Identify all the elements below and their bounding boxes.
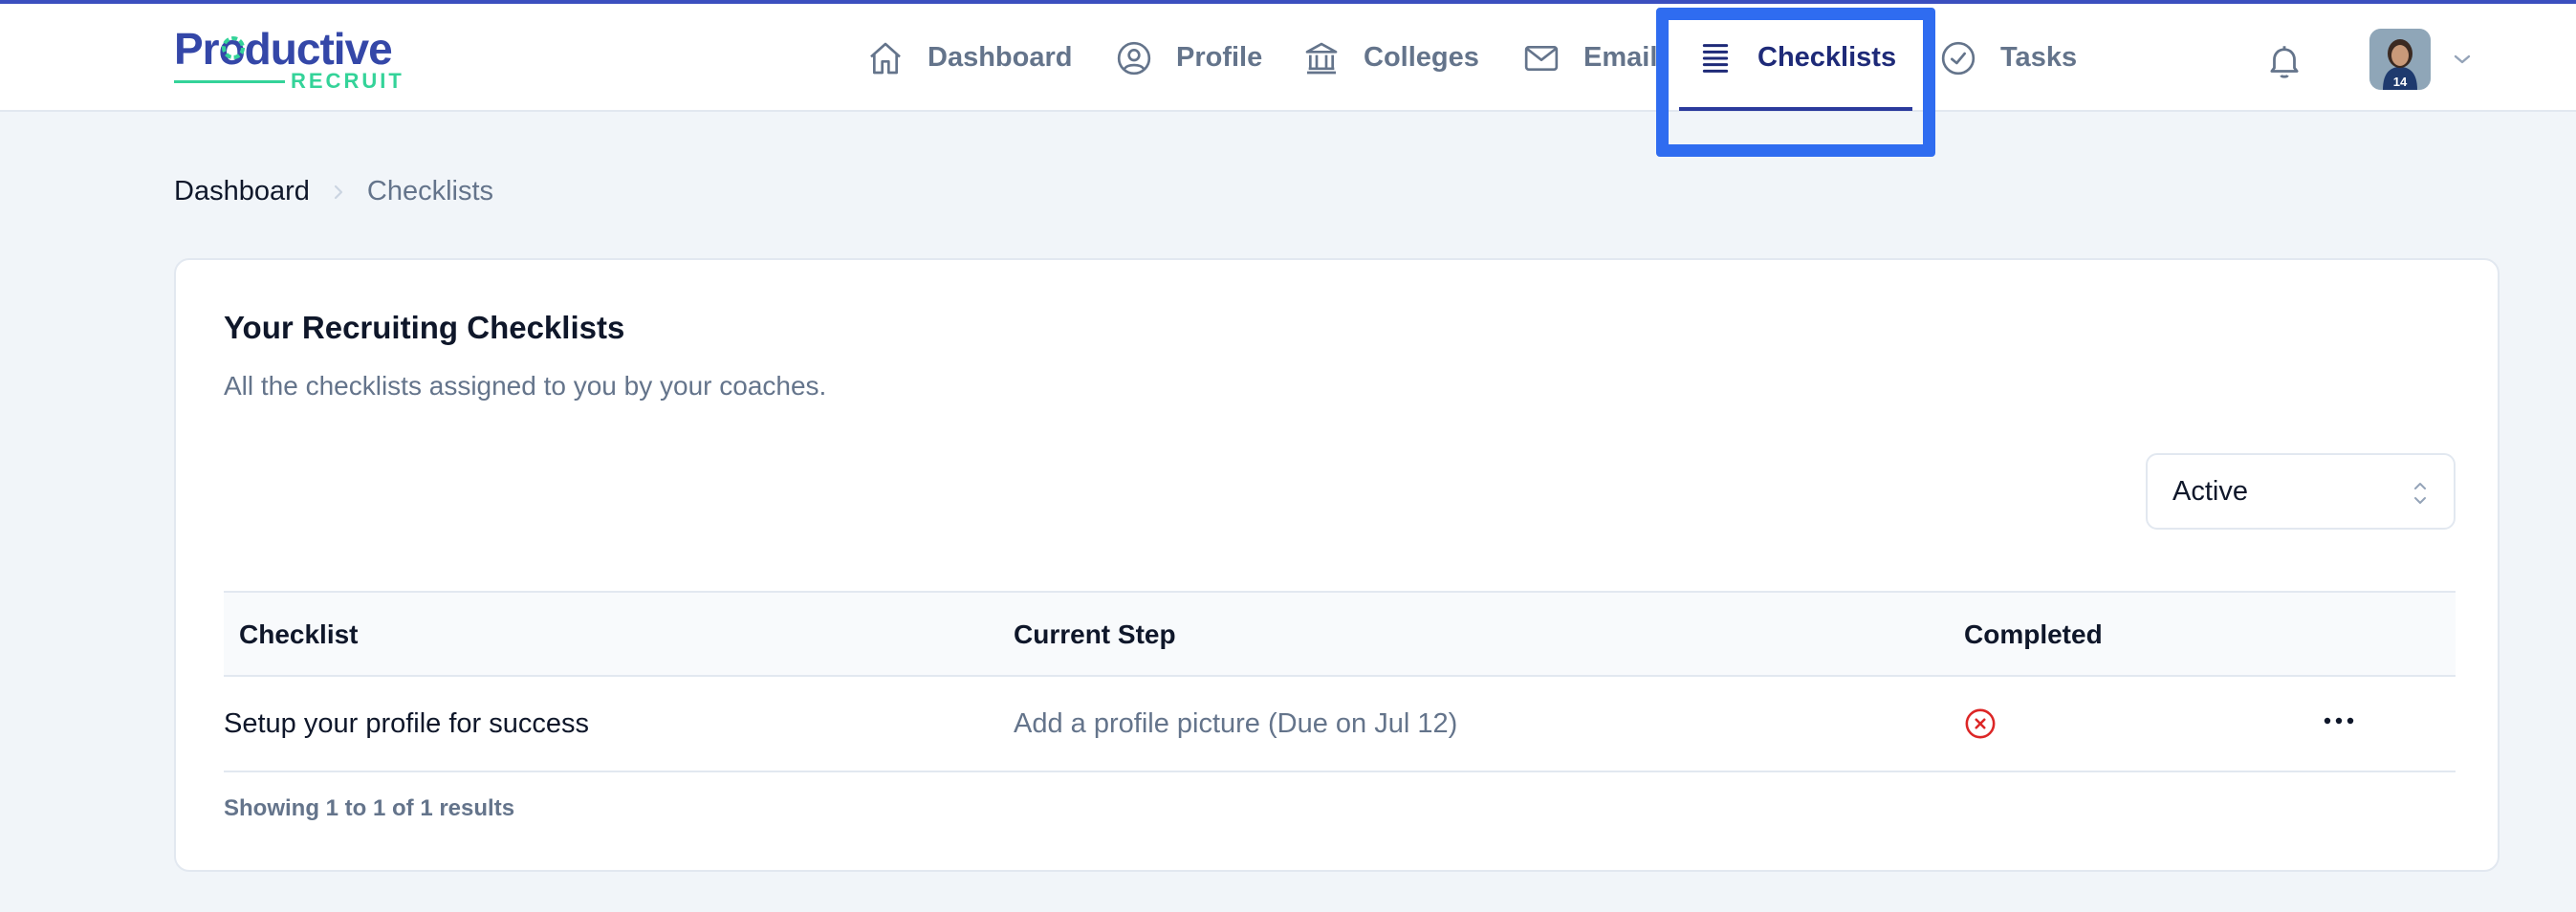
column-header-completed: Completed: [1964, 619, 2103, 649]
nav-item-label: Dashboard: [928, 42, 1073, 73]
top-navbar: Productive RECRUIT Dashboard Profile Col…: [0, 4, 2576, 112]
nav-item-tasks[interactable]: Tasks: [1939, 4, 2077, 112]
checklists-card: Your Recruiting Checklists All the check…: [174, 258, 2500, 872]
cell-current-step: Add a profile picture (Due on Jul 12): [1014, 707, 1458, 739]
status-filter-value: Active: [2172, 475, 2248, 507]
avatar[interactable]: 14: [2369, 29, 2431, 90]
user-circle-icon: [1117, 41, 1151, 75]
nav-item-label: Email: [1583, 42, 1658, 73]
more-options-icon[interactable]: [2322, 715, 2356, 727]
avatar-image: 14: [2369, 29, 2431, 90]
x-circle-icon: [1965, 708, 1996, 739]
pagination-summary: Showing 1 to 1 of 1 results: [224, 795, 515, 821]
page-description: All the checklists assigned to you by yo…: [224, 371, 827, 401]
building-columns-icon: [1305, 42, 1338, 74]
list-lines-icon: [1702, 43, 1729, 73]
breadcrumb-dashboard[interactable]: Dashboard: [174, 176, 310, 207]
logo-underline: [174, 80, 285, 83]
nav-item-checklists[interactable]: Checklists: [1696, 4, 1896, 112]
nav-item-colleges[interactable]: Colleges: [1302, 4, 1479, 112]
nav-item-profile[interactable]: Profile: [1115, 4, 1262, 112]
column-header-checklist: Checklist: [239, 619, 359, 649]
breadcrumb-checklists: Checklists: [366, 176, 494, 206]
table-header: Checklist Current Step Completed: [224, 591, 2456, 677]
cell-completed: [1964, 677, 1997, 771]
avatar-jersey-number: 14: [2393, 75, 2408, 89]
page-title: Your Recruiting Checklists: [224, 310, 625, 345]
brand-logo[interactable]: Productive RECRUIT: [174, 23, 404, 96]
brand-name-top: Productive: [174, 24, 393, 74]
envelope-icon: [1524, 45, 1559, 71]
chevron-right-icon: [334, 185, 342, 199]
home-icon: [870, 42, 901, 74]
nav-item-dashboard[interactable]: Dashboard: [866, 4, 1072, 112]
select-arrows-icon: [2414, 483, 2426, 504]
nav-item-label: Tasks: [2000, 42, 2078, 73]
table-row[interactable]: Setup your profile for success Add a pro…: [224, 677, 2456, 772]
active-tab-indicator: [1679, 107, 1912, 111]
check-circle-icon: [1941, 41, 1976, 75]
bell-icon[interactable]: [2264, 40, 2304, 82]
status-filter-select[interactable]: Active: [2146, 453, 2456, 530]
chevron-down-icon[interactable]: [2450, 50, 2475, 69]
breadcrumb: Dashboard Checklists: [174, 176, 493, 207]
nav-item-label: Profile: [1176, 42, 1263, 73]
nav-item-email[interactable]: Email: [1522, 4, 1657, 112]
brand-name-bottom: RECRUIT: [291, 69, 404, 93]
logo-mark-icon: [222, 36, 245, 59]
nav-item-label: Colleges: [1364, 42, 1479, 73]
nav-item-label: Checklists: [1757, 42, 1897, 73]
column-header-current-step: Current Step: [1014, 619, 1176, 649]
checklists-table: Checklist Current Step Completed Setup y…: [224, 591, 2456, 772]
cell-checklist-name[interactable]: Setup your profile for success: [224, 677, 589, 771]
